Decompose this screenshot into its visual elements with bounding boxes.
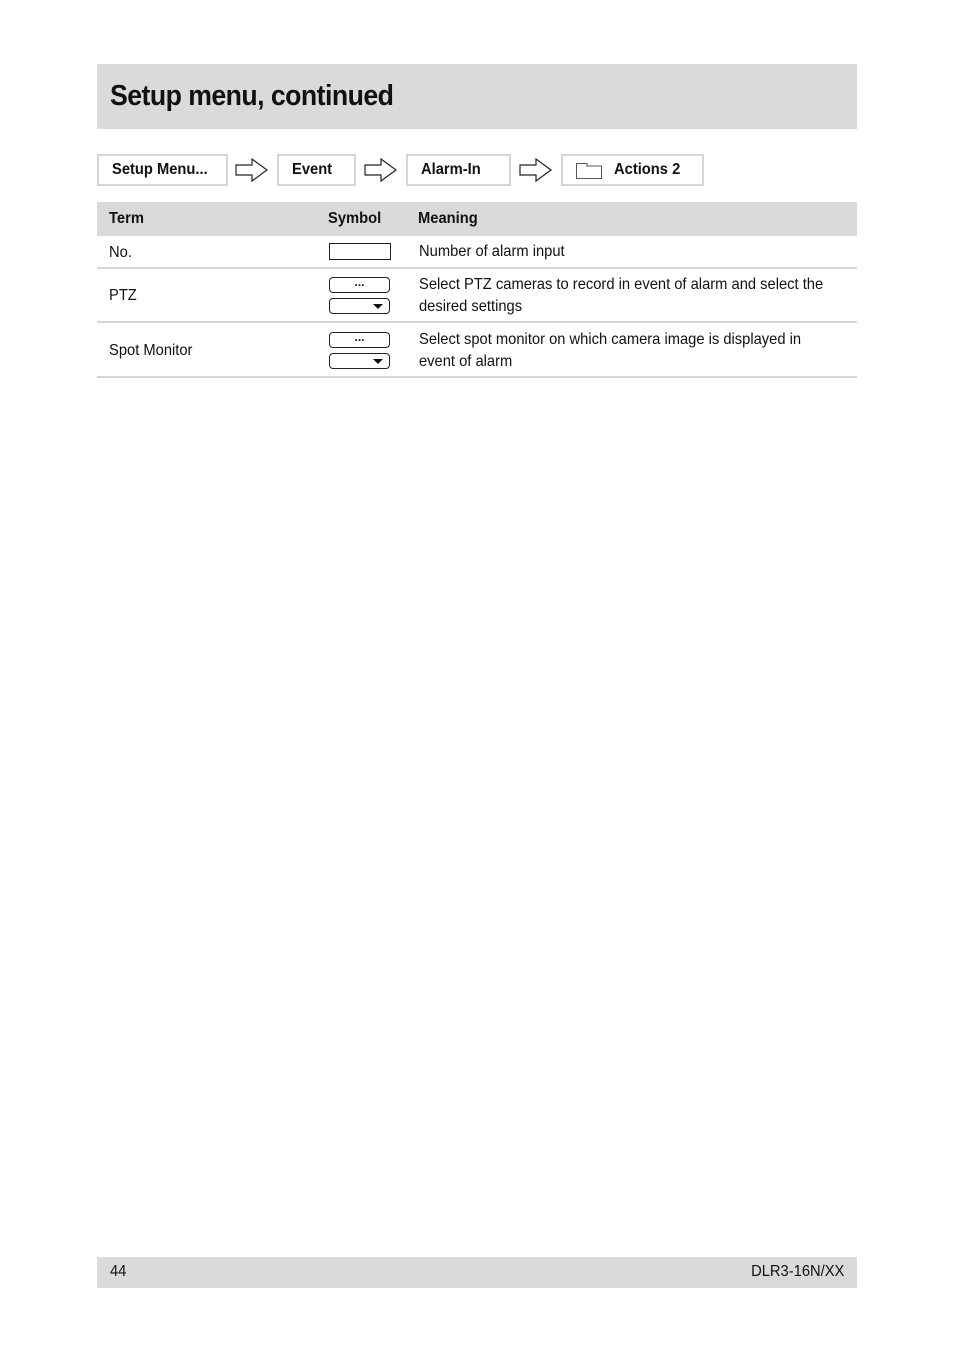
table-row: PTZ ... Select PTZ cameras to record in …: [97, 269, 857, 323]
title-bar: Setup menu, continued: [97, 64, 857, 129]
arrow-right-outline-icon: [235, 158, 269, 182]
breadcrumb-item-alarm-in[interactable]: Alarm-In: [406, 154, 511, 186]
breadcrumb-label: Actions 2: [614, 161, 681, 178]
meaning-cell: Number of alarm input: [419, 243, 565, 260]
term-cell: PTZ: [109, 287, 137, 304]
column-header-term: Term: [109, 210, 144, 227]
table-row: No. Number of alarm input: [97, 236, 857, 269]
breadcrumb-label: Setup Menu...: [112, 161, 208, 178]
term-cell: Spot Monitor: [109, 342, 193, 359]
dropdown-symbol: [329, 353, 390, 369]
breadcrumb-item-event[interactable]: Event: [277, 154, 356, 186]
ellipsis-button-symbol: ...: [329, 276, 390, 293]
text-field-symbol: [329, 243, 391, 260]
breadcrumb-label: Alarm-In: [421, 161, 481, 178]
breadcrumb-item-actions-2[interactable]: Actions 2: [561, 154, 704, 186]
ellipsis-button-symbol: ...: [329, 331, 390, 348]
column-header-meaning: Meaning: [418, 210, 478, 227]
folder-icon: [576, 163, 602, 179]
meaning-cell: Select PTZ cameras to record in event of…: [419, 276, 824, 315]
breadcrumb-label: Event: [292, 161, 333, 178]
arrow-right-outline-icon: [519, 158, 553, 182]
arrow-right-outline-icon: [364, 158, 398, 182]
caret-down-icon: [373, 359, 383, 364]
page-title: Setup menu, continued: [110, 80, 394, 112]
column-header-symbol: Symbol: [328, 210, 382, 227]
table-header: Term Symbol Meaning: [97, 202, 857, 236]
footer-bar: 44 DLR3-16N/XX: [97, 1257, 857, 1288]
term-cell: No.: [109, 244, 132, 261]
caret-down-icon: [373, 304, 383, 309]
page-number: 44: [110, 1263, 127, 1280]
breadcrumb-item-setup-menu[interactable]: Setup Menu...: [97, 154, 228, 186]
model-name: DLR3-16N/XX: [750, 1263, 844, 1280]
table-row: Spot Monitor ... Select spot monitor on …: [97, 323, 857, 378]
meaning-cell: Select spot monitor on which camera imag…: [419, 331, 802, 370]
dropdown-symbol: [329, 298, 390, 314]
